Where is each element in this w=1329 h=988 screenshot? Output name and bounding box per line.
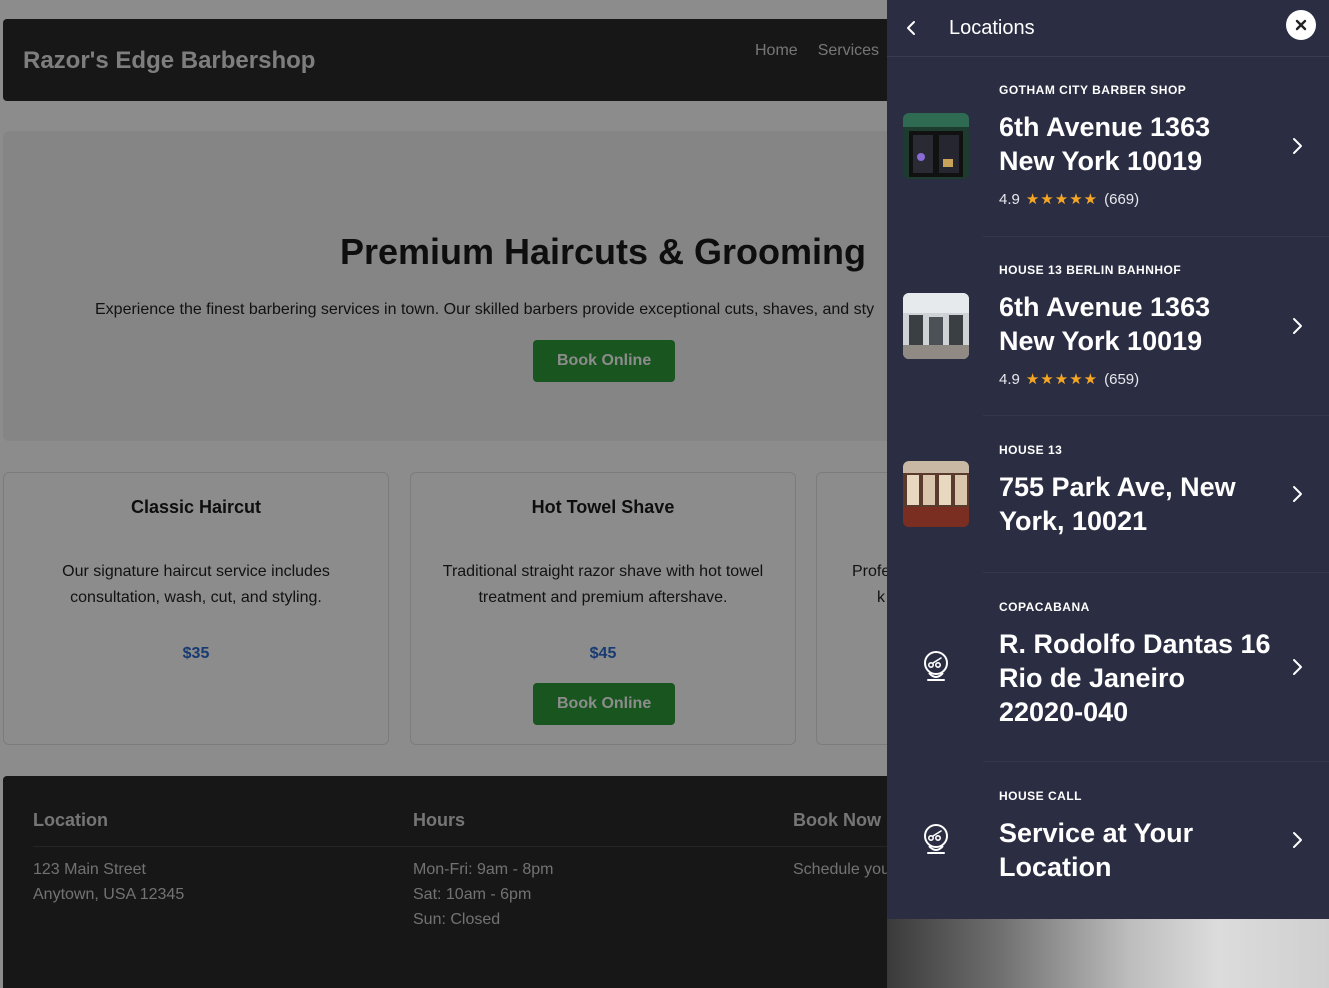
storefront-photo-thumbnail	[903, 113, 969, 179]
location-address: Service at Your Location	[999, 818, 1194, 882]
location-name: HOUSE CALL	[999, 789, 1082, 803]
star-rating-icon: ★★★★★	[1025, 191, 1099, 208]
location-item[interactable]: GOTHAM CITY BARBER SHOP 6th Avenue 1363 …	[887, 57, 1329, 236]
location-name: GOTHAM CITY BARBER SHOP	[999, 83, 1187, 97]
star-rating-icon: ★★★★★	[1025, 371, 1099, 388]
drawer-banner-photo	[887, 919, 1329, 988]
chevron-right-icon	[1293, 659, 1302, 675]
location-item[interactable]: COPACABANA R. Rodolfo Dantas 16 Rio de J…	[887, 573, 1329, 761]
chevron-right-icon	[1293, 318, 1302, 334]
interior-photo-thumbnail	[903, 293, 969, 359]
location-item[interactable]: HOUSE 13 755 Park Ave, New York, 10021	[887, 416, 1329, 572]
review-count: (669)	[1104, 190, 1140, 208]
location-rating: 4.9 ★★★★★ (659)	[999, 370, 1140, 389]
location-name: COPACABANA	[999, 600, 1090, 614]
location-name: HOUSE 13 BERLIN BAHNHOF	[999, 263, 1182, 277]
rating-value: 4.9	[999, 370, 1020, 388]
chevron-right-icon	[1293, 138, 1302, 154]
location-address: R. Rodolfo Dantas 16 Rio de Janeiro 2202…	[999, 629, 1271, 727]
rating-value: 4.9	[999, 190, 1020, 208]
location-address: 6th Avenue 1363 New York 10019	[999, 292, 1211, 356]
locations-drawer: Locations GOTHAM CITY BARBER SHOP 6th Av…	[887, 0, 1329, 988]
location-name: HOUSE 13	[999, 443, 1063, 457]
shop-photo-thumbnail	[903, 461, 969, 527]
review-count: (659)	[1104, 370, 1140, 388]
chevron-left-icon[interactable]	[901, 17, 921, 39]
close-icon	[1295, 19, 1307, 31]
location-item[interactable]: HOUSE CALL Service at Your Location	[887, 762, 1329, 918]
barber-head-icon	[924, 824, 948, 854]
drawer-title: Locations	[949, 17, 1035, 39]
drawer-header: Locations	[887, 0, 1329, 57]
location-item[interactable]: HOUSE 13 BERLIN BAHNHOF 6th Avenue 1363 …	[887, 237, 1329, 415]
location-rating: 4.9 ★★★★★ (669)	[999, 190, 1140, 209]
barber-head-icon	[924, 651, 948, 681]
location-address: 6th Avenue 1363 New York 10019	[999, 112, 1211, 176]
close-button[interactable]	[1286, 10, 1316, 40]
chevron-right-icon	[1293, 832, 1302, 848]
chevron-right-icon	[1293, 486, 1302, 502]
location-address: 755 Park Ave, New York, 10021	[999, 472, 1236, 536]
